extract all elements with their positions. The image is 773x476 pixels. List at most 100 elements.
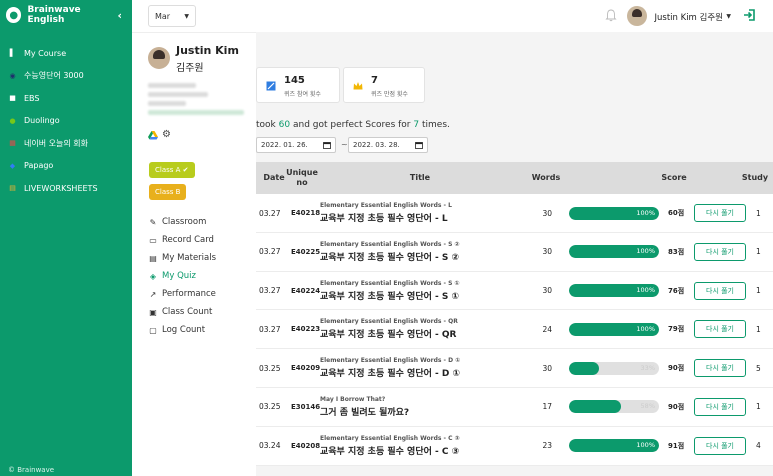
sidebar-item-0[interactable]: ▌ My Course xyxy=(0,42,132,65)
date-separator: ~ xyxy=(341,140,348,149)
brand-logo-icon: ● xyxy=(6,7,22,23)
progress-bar-fill xyxy=(569,400,622,414)
month-select[interactable]: Mar ▼ xyxy=(148,5,196,27)
progress-label: 100% xyxy=(636,286,655,295)
sidebar-item-icon: ■ xyxy=(9,94,16,103)
profile-name: Justin Kim xyxy=(176,44,239,57)
row-progress: 100% xyxy=(569,310,659,348)
quiz-attempts-icon xyxy=(266,81,276,91)
row-score: 90점 xyxy=(668,364,685,373)
collapse-sidebar-icon[interactable]: ‹ xyxy=(117,9,122,22)
row-score: 76점 xyxy=(668,286,685,295)
menu-item-4[interactable]: ↗ Performance xyxy=(148,285,216,303)
chevron-down-icon[interactable]: ▼ xyxy=(726,13,731,20)
row-progress: 100% xyxy=(569,194,659,232)
table-row: 03.25 E40209 Elementary Essential English … xyxy=(256,349,773,388)
menu-item-2[interactable]: ▤ My Materials xyxy=(148,249,216,267)
sidebar-item-1[interactable]: ◉ 수능영단어 3000 xyxy=(0,65,132,88)
menu-item-label: Performance xyxy=(162,289,216,299)
start-date-input[interactable]: 2022. 01. 26. xyxy=(256,137,336,153)
logout-icon[interactable] xyxy=(743,8,757,22)
retry-button[interactable]: 다시 풀기 xyxy=(694,359,746,378)
header-title[interactable]: Title xyxy=(320,162,520,194)
sidebar-item-2[interactable]: ■ EBS xyxy=(0,87,132,110)
class-a-tag[interactable]: Class A ✔ xyxy=(149,162,195,178)
class-b-tag[interactable]: Class B xyxy=(149,184,187,200)
menu-item-label: Classroom xyxy=(162,217,207,227)
retry-button[interactable]: 다시 풀기 xyxy=(694,320,746,339)
bell-icon[interactable] xyxy=(605,9,617,22)
gear-icon[interactable]: ⚙ xyxy=(162,130,171,140)
user-avatar[interactable] xyxy=(627,6,647,26)
menu-item-icon: ▢ xyxy=(149,325,157,335)
calendar-icon[interactable] xyxy=(415,141,423,149)
menu-item-5[interactable]: ▣ Class Count xyxy=(148,303,216,321)
row-title-korean: 교육부 지정 초등 필수 영단어 - S ① xyxy=(320,291,460,302)
row-title-english: Elementary Essential English Words - S ① xyxy=(320,279,460,287)
menu-item-3[interactable]: ◈ My Quiz xyxy=(148,267,216,285)
menu-item-label: Class Count xyxy=(162,307,213,317)
menu-item-1[interactable]: ▭ Record Card xyxy=(148,231,216,249)
menu-item-label: My Quiz xyxy=(162,271,196,281)
sidebar-item-icon: ▌ xyxy=(9,49,16,58)
row-score: 83점 xyxy=(668,247,685,256)
row-title-english: Elementary Essential English Words - S ② xyxy=(320,240,460,248)
menu-item-icon: ▭ xyxy=(149,235,157,245)
row-study-count: 1 xyxy=(756,324,761,334)
row-words: 24 xyxy=(542,324,552,334)
retry-button[interactable]: 다시 풀기 xyxy=(694,436,746,455)
header-words[interactable]: Words xyxy=(528,162,564,194)
redacted-info xyxy=(148,83,244,123)
row-unique-no: E40218 xyxy=(291,209,321,217)
table-body: 03.27 E40218 Elementary Essential English … xyxy=(256,194,773,466)
sidebar-item-label: My Course xyxy=(24,48,67,58)
row-retry-cell: 다시 풀기 xyxy=(694,233,746,271)
user-name[interactable]: Justin Kim 김주원 xyxy=(655,11,723,23)
end-date-input[interactable]: 2022. 03. 28. xyxy=(348,137,428,153)
retry-button[interactable]: 다시 풀기 xyxy=(694,204,746,222)
sidebar-item-icon: ▤ xyxy=(9,184,16,193)
sidebar-item-3[interactable]: ● Duolingo xyxy=(0,110,132,133)
row-date: 03.25 xyxy=(259,363,281,373)
sidebar-item-4[interactable]: ▦ 네이버 오늘의 회화 xyxy=(0,132,132,155)
row-title-korean: 교육부 지정 초등 필수 영단어 - D ① xyxy=(320,369,461,380)
row-date: 03.27 xyxy=(259,324,281,334)
row-title-korean: 그거 좀 빌려도 될까요? xyxy=(320,407,410,418)
retry-button[interactable]: 다시 풀기 xyxy=(694,281,746,300)
row-retry-cell: 다시 풀기 xyxy=(694,427,746,465)
header-score[interactable]: Score xyxy=(656,162,692,194)
menu-item-icon: ▤ xyxy=(149,253,157,263)
header-study[interactable]: Study xyxy=(738,162,772,194)
calendar-icon[interactable] xyxy=(323,141,331,149)
menu-item-icon: ◈ xyxy=(149,271,157,281)
sidebar-item-label: Papago xyxy=(24,161,54,171)
header-date[interactable]: Date xyxy=(259,162,289,194)
row-title: Elementary Essential English Words - D ①… xyxy=(320,349,460,387)
quiz-summary: took 60 and got perfect Scores for 7 tim… xyxy=(256,120,450,130)
profile-panel: Justin Kim 김주원 ⚙ Class A ✔ Class B ✎ Clas… xyxy=(132,32,256,476)
retry-button[interactable]: 다시 풀기 xyxy=(694,242,746,261)
row-study-count: 5 xyxy=(756,363,761,373)
start-date-value: 2022. 01. 26. xyxy=(261,141,308,149)
row-study-count: 4 xyxy=(756,441,761,451)
row-unique-no: E40223 xyxy=(291,325,321,334)
topbar: Mar ▼ Justin Kim 김주원 ▼ xyxy=(132,0,773,32)
header-unique-no[interactable]: Unique no xyxy=(286,162,318,194)
row-retry-cell: 다시 풀기 xyxy=(694,194,746,232)
menu-item-6[interactable]: ▢ Log Count xyxy=(148,321,216,339)
sidebar-item-label: EBS xyxy=(24,93,40,103)
google-drive-icon[interactable] xyxy=(148,130,158,140)
sidebar-item-label: LIVEWORKSHEETS xyxy=(24,183,98,193)
row-progress: 100% xyxy=(569,233,659,271)
sidebar-item-5[interactable]: ◆ Papago xyxy=(0,155,132,178)
progress-bar: 33% xyxy=(569,361,659,375)
row-title-korean: 교육부 지정 초등 필수 영단어 - L xyxy=(320,214,448,224)
sidebar-item-icon: ● xyxy=(9,116,16,125)
retry-button[interactable]: 다시 풀기 xyxy=(694,397,746,416)
menu-item-0[interactable]: ✎ Classroom xyxy=(148,213,216,231)
perfect-scores-value: 7 xyxy=(371,75,378,86)
row-words: 17 xyxy=(542,402,552,412)
row-date: 03.25 xyxy=(259,402,281,412)
sidebar-item-label: 네이버 오늘의 회화 xyxy=(24,138,88,148)
sidebar-item-6[interactable]: ▤ LIVEWORKSHEETS xyxy=(0,177,132,200)
